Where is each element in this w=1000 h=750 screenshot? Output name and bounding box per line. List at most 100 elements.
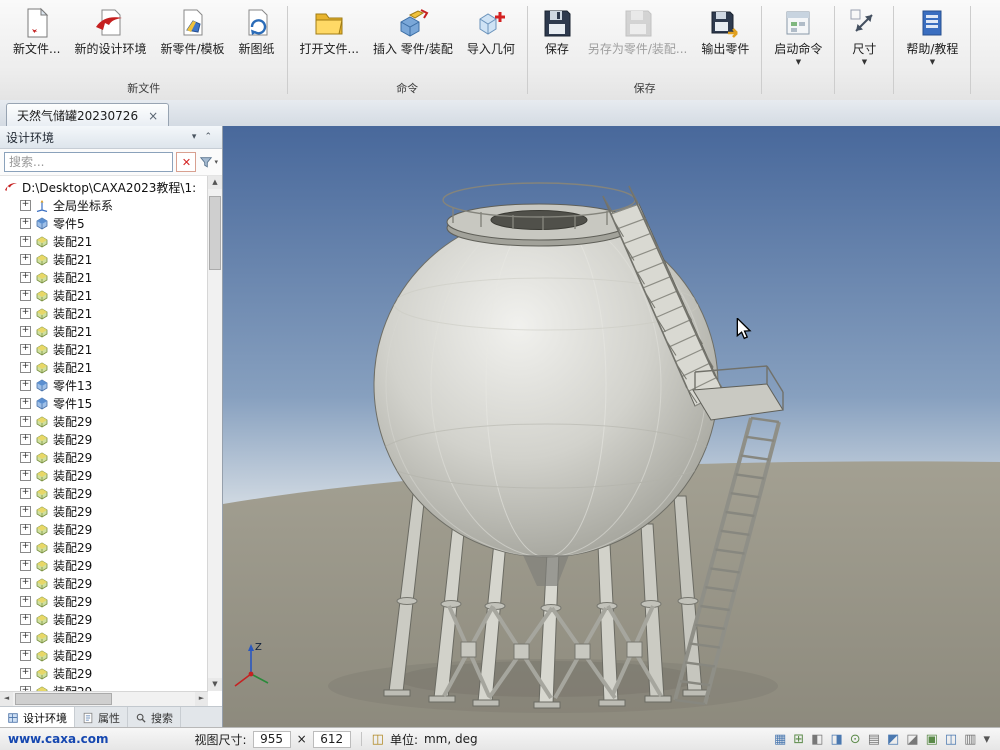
expander-icon[interactable]: + bbox=[20, 416, 31, 427]
viewport[interactable]: Z bbox=[223, 126, 1000, 728]
tree-item[interactable]: +装配29 bbox=[0, 682, 207, 691]
button-new-part-template[interactable]: 新零件/模板 bbox=[153, 3, 231, 59]
tree-item[interactable]: +装配29 bbox=[0, 592, 207, 610]
button-export-part[interactable]: 输出零件 bbox=[694, 3, 756, 59]
tree-item[interactable]: +装配29 bbox=[0, 628, 207, 646]
expander-icon[interactable]: + bbox=[20, 488, 31, 499]
button-insert-part-assembly[interactable]: 插入 零件/装配 bbox=[366, 3, 460, 59]
status-icon-12[interactable]: ▾ bbox=[983, 733, 990, 746]
button-help-tutorial[interactable]: 帮助/教程▼ bbox=[899, 3, 965, 69]
expander-icon[interactable]: + bbox=[20, 524, 31, 535]
expander-icon[interactable]: + bbox=[20, 272, 31, 283]
tree-item[interactable]: +零件15 bbox=[0, 394, 207, 412]
tab-close-icon[interactable]: × bbox=[148, 110, 158, 122]
tree-item[interactable]: +装配21 bbox=[0, 340, 207, 358]
tree-item[interactable]: +装配21 bbox=[0, 286, 207, 304]
button-dimensions[interactable]: 尺寸▼ bbox=[840, 3, 888, 69]
expander-icon[interactable]: + bbox=[20, 542, 31, 553]
status-icon-1[interactable]: ▦ bbox=[774, 733, 786, 746]
expander-icon[interactable]: + bbox=[20, 668, 31, 679]
expander-icon[interactable]: + bbox=[20, 506, 31, 517]
expander-icon[interactable]: + bbox=[20, 308, 31, 319]
status-icon-4[interactable]: ◨ bbox=[830, 733, 842, 746]
expander-icon[interactable]: + bbox=[20, 236, 31, 247]
tree-item[interactable]: +装配29 bbox=[0, 646, 207, 664]
panel-dropdown-icon[interactable]: ▾ bbox=[188, 132, 201, 142]
tree-item[interactable]: +装配29 bbox=[0, 520, 207, 538]
scroll-right-icon[interactable]: ► bbox=[195, 692, 208, 706]
expander-icon[interactable]: + bbox=[20, 200, 31, 211]
tree-item[interactable]: +装配21 bbox=[0, 358, 207, 376]
expander-icon[interactable]: + bbox=[20, 380, 31, 391]
side-tab-properties[interactable]: 属性 bbox=[75, 707, 128, 728]
button-save[interactable]: 保存 bbox=[533, 3, 581, 59]
scrollbar-thumb[interactable] bbox=[15, 693, 112, 705]
tree-item[interactable]: +装配29 bbox=[0, 430, 207, 448]
panel-pin-icon[interactable]: ⌃ bbox=[200, 132, 216, 142]
tree-vertical-scrollbar[interactable]: ▲ ▼ bbox=[207, 176, 222, 691]
scroll-up-icon[interactable]: ▲ bbox=[208, 176, 222, 189]
scroll-down-icon[interactable]: ▼ bbox=[208, 678, 222, 691]
status-icon-6[interactable]: ▤ bbox=[868, 733, 880, 746]
expander-icon[interactable]: + bbox=[20, 344, 31, 355]
status-icon-3[interactable]: ◧ bbox=[811, 733, 823, 746]
status-icon-8[interactable]: ◪ bbox=[906, 733, 918, 746]
document-tab[interactable]: 天然气储罐20230726 × bbox=[6, 103, 169, 127]
tree-item[interactable]: +全局坐标系 bbox=[0, 196, 207, 214]
tree-item[interactable]: +零件13 bbox=[0, 376, 207, 394]
search-input[interactable] bbox=[4, 152, 173, 172]
expander-icon[interactable]: + bbox=[20, 326, 31, 337]
clear-search-button[interactable]: ✕ bbox=[176, 152, 196, 172]
expander-icon[interactable]: + bbox=[20, 596, 31, 607]
tree-item[interactable]: +装配29 bbox=[0, 664, 207, 682]
expander-icon[interactable]: + bbox=[20, 578, 31, 589]
tree-item[interactable]: +装配21 bbox=[0, 250, 207, 268]
side-tab-design-env[interactable]: 设计环境 bbox=[0, 707, 75, 728]
tree-item[interactable]: +装配29 bbox=[0, 538, 207, 556]
expander-icon[interactable]: + bbox=[20, 632, 31, 643]
viewport-canvas[interactable]: Z bbox=[223, 126, 1000, 728]
expander-icon[interactable]: + bbox=[20, 290, 31, 301]
tree-item[interactable]: +装配21 bbox=[0, 304, 207, 322]
expander-icon[interactable]: + bbox=[20, 650, 31, 661]
status-icon-7[interactable]: ◩ bbox=[887, 733, 899, 746]
status-icon-10[interactable]: ◫ bbox=[945, 733, 957, 746]
tree-item[interactable]: +装配21 bbox=[0, 268, 207, 286]
button-new-design-env[interactable]: 新的设计环境 bbox=[67, 3, 153, 59]
expander-icon[interactable]: + bbox=[20, 398, 31, 409]
button-import-geometry[interactable]: 导入几何 bbox=[460, 3, 522, 59]
button-open-file[interactable]: 打开文件... bbox=[293, 3, 366, 59]
status-icon-11[interactable]: ▥ bbox=[964, 733, 976, 746]
tree-item[interactable]: D:\Desktop\CAXA2023教程\1: bbox=[0, 178, 207, 196]
view-width-field[interactable]: 955 bbox=[253, 731, 291, 748]
tree-item[interactable]: +装配21 bbox=[0, 232, 207, 250]
filter-button[interactable]: ▾ bbox=[199, 155, 218, 169]
status-icon-2[interactable]: ⊞ bbox=[793, 733, 804, 746]
tree-item[interactable]: +零件5 bbox=[0, 214, 207, 232]
scrollbar-thumb[interactable] bbox=[209, 196, 221, 270]
expander-icon[interactable]: + bbox=[20, 614, 31, 625]
button-launch-command[interactable]: 启动命令▼ bbox=[767, 3, 829, 69]
view-height-field[interactable]: 612 bbox=[313, 731, 351, 748]
scroll-left-icon[interactable]: ◄ bbox=[0, 692, 13, 706]
expander-icon[interactable]: + bbox=[20, 254, 31, 265]
status-icon-9[interactable]: ▣ bbox=[926, 733, 938, 746]
status-icon-5[interactable]: ⊙ bbox=[850, 733, 861, 746]
tree-item[interactable]: +装配29 bbox=[0, 484, 207, 502]
caxa-link[interactable]: www.caxa.com bbox=[0, 732, 117, 746]
expander-icon[interactable]: + bbox=[20, 434, 31, 445]
expander-icon[interactable]: + bbox=[20, 560, 31, 571]
tree-item[interactable]: +装配29 bbox=[0, 466, 207, 484]
button-save-as-part-assembly[interactable]: 另存为零件/装配... bbox=[581, 3, 695, 59]
button-new-drawing[interactable]: 新图纸 bbox=[232, 3, 282, 59]
expander-icon[interactable]: + bbox=[20, 218, 31, 229]
tree-item[interactable]: +装配29 bbox=[0, 502, 207, 520]
tree-item[interactable]: +装配29 bbox=[0, 574, 207, 592]
tree-item[interactable]: +装配21 bbox=[0, 322, 207, 340]
tree-horizontal-scrollbar[interactable]: ◄ ► bbox=[0, 691, 208, 706]
button-new-file[interactable]: 新文件... bbox=[6, 3, 67, 59]
tree-item[interactable]: +装配29 bbox=[0, 556, 207, 574]
expander-icon[interactable]: + bbox=[20, 452, 31, 463]
tree-item[interactable]: +装配29 bbox=[0, 610, 207, 628]
tree-item[interactable]: +装配29 bbox=[0, 412, 207, 430]
